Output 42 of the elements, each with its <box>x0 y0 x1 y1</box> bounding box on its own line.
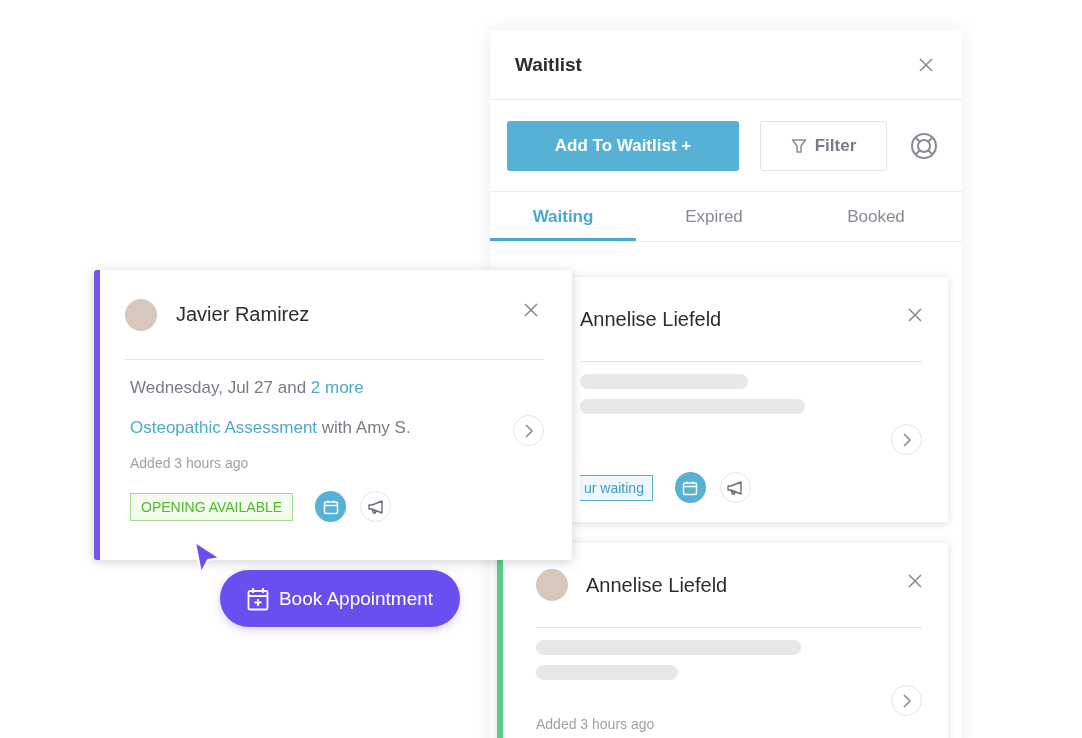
book-appointment-button[interactable]: Book Appointment <box>220 570 460 627</box>
tab[interactable]: Booked <box>792 192 960 241</box>
chevron-right-button[interactable] <box>891 685 922 716</box>
megaphone-icon <box>366 498 385 515</box>
tab[interactable]: Waiting <box>490 192 636 241</box>
client-name: Annelise Liefeld <box>580 307 723 331</box>
megaphone-icon <box>726 479 745 496</box>
add-to-waitlist-button[interactable]: Add To Waitlist + <box>507 120 739 171</box>
client-name: Javier Ramirez <box>176 303 311 326</box>
chevron-right-icon <box>901 693 912 708</box>
panel-title: Waitlist <box>515 53 582 76</box>
megaphone-button[interactable] <box>360 491 392 522</box>
filter-button[interactable]: Filter <box>760 120 887 171</box>
chevron-right-icon <box>523 423 534 438</box>
tab[interactable]: Expired <box>636 192 792 241</box>
calendar-plus-icon <box>246 586 269 611</box>
status-tag: OPENING AVAILABLE <box>130 492 294 521</box>
service-link[interactable]: Osteopathic Assessment <box>130 418 318 437</box>
megaphone-button[interactable] <box>719 472 751 503</box>
chevron-right-button[interactable] <box>891 424 922 455</box>
chevron-right-icon <box>901 432 912 447</box>
calendar-button[interactable] <box>674 472 706 503</box>
added-time: Added 3 hours ago <box>536 716 656 732</box>
date-line: Wednesday, Jul 27 and 2 more <box>130 378 365 398</box>
more-dates-link[interactable]: 2 more <box>310 378 364 397</box>
client-name: Annelise Liefeld <box>586 573 729 597</box>
added-time: Added 3 hours ago <box>130 455 250 471</box>
avatar <box>125 298 157 331</box>
calendar-icon <box>682 479 699 496</box>
waitlist-card[interactable]: Annelise Liefeld ur waiting <box>572 277 948 522</box>
calendar-button[interactable] <box>315 491 347 522</box>
close-icon[interactable] <box>919 57 933 72</box>
close-icon[interactable] <box>524 302 538 317</box>
filter-icon <box>790 137 807 154</box>
waitlist-card[interactable]: Annelise Liefeld Added 3 hours ago <box>497 543 948 738</box>
close-icon[interactable] <box>908 574 922 588</box>
service-line: Osteopathic Assessment with Amy S. <box>130 418 411 438</box>
lifebuoy-icon[interactable] <box>910 131 938 160</box>
status-tag: ur waiting <box>580 474 653 501</box>
chevron-right-button[interactable] <box>513 415 544 446</box>
calendar-icon <box>322 498 339 515</box>
close-icon[interactable] <box>908 308 922 322</box>
